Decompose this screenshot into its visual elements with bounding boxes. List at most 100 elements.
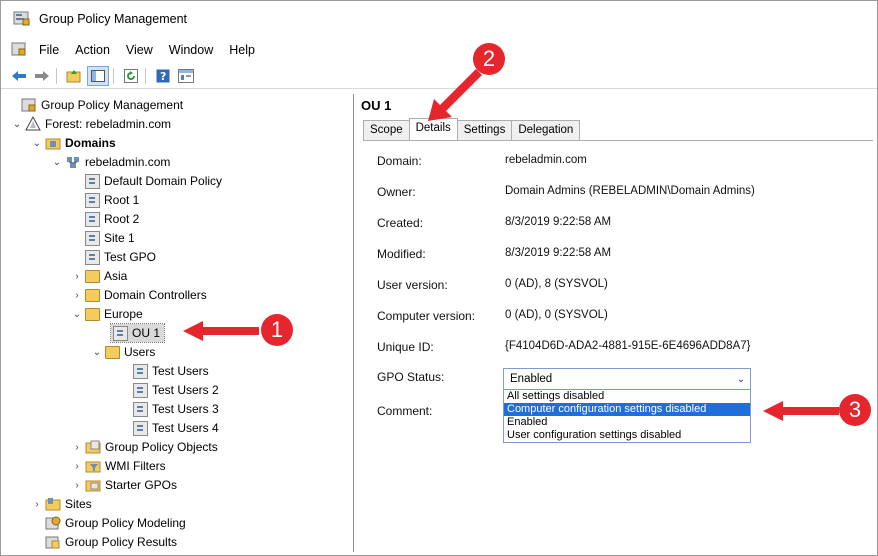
tree-item-group-policy-objects[interactable]: › Group Policy Objects bbox=[71, 438, 218, 456]
tree-item-gpo-link[interactable]: Default Domain Policy bbox=[83, 172, 222, 190]
gpo-container-icon bbox=[85, 439, 101, 455]
ou-folder-icon bbox=[105, 345, 120, 359]
gpo-status-select[interactable]: Enabled ⌄ bbox=[503, 368, 751, 390]
tree-item-label: Europe bbox=[104, 307, 143, 321]
tree-item-label: rebeladmin.com bbox=[85, 155, 171, 169]
sites-icon bbox=[45, 496, 61, 512]
menu-action[interactable]: Action bbox=[67, 43, 118, 57]
tree-item-ou-europe[interactable]: ⌄ Europe bbox=[71, 305, 143, 323]
gpm-app-icon bbox=[13, 10, 31, 29]
annotation-arrow-1 bbox=[183, 321, 259, 341]
computer-version-value: 0 (AD), 0 (SYSVOL) bbox=[505, 309, 608, 321]
chevron-down-icon[interactable]: ⌄ bbox=[11, 119, 23, 130]
refresh-icon[interactable] bbox=[121, 67, 141, 85]
gpo-status-selected-value: Enabled bbox=[510, 373, 553, 385]
option-computer-config-disabled[interactable]: Computer configuration settings disabled bbox=[504, 403, 750, 416]
gpo-link-icon bbox=[85, 249, 100, 265]
chevron-right-icon[interactable]: › bbox=[71, 480, 83, 491]
chevron-right-icon[interactable]: › bbox=[31, 499, 43, 510]
tree-item-gpo-link[interactable]: Site 1 bbox=[83, 229, 135, 247]
tree-item-gpo-link[interactable]: Root 2 bbox=[83, 210, 139, 228]
tab-strip: Scope Details Settings Delegation bbox=[363, 118, 581, 141]
tree-item-label: Test GPO bbox=[104, 250, 157, 264]
modified-value: 8/3/2019 9:22:58 AM bbox=[505, 247, 612, 259]
properties-icon[interactable] bbox=[176, 67, 196, 85]
menu-window[interactable]: Window bbox=[161, 43, 221, 57]
created-label: Created: bbox=[377, 216, 424, 230]
modeling-icon bbox=[45, 515, 61, 531]
ou-folder-icon bbox=[85, 269, 100, 283]
tree-item-gpo-link[interactable]: Test GPO bbox=[83, 248, 156, 266]
tree-item-ou-domain-controllers[interactable]: › Domain Controllers bbox=[71, 286, 206, 304]
tree-item-starter-gpos[interactable]: › Starter GPOs bbox=[71, 476, 177, 494]
show-hide-tree-icon[interactable] bbox=[87, 66, 109, 86]
tree-item-ou-asia[interactable]: › Asia bbox=[71, 267, 127, 285]
details-pane: OU 1 Scope Details Settings Delegation D… bbox=[355, 94, 875, 552]
option-enabled[interactable]: Enabled bbox=[504, 416, 750, 429]
chevron-down-icon[interactable]: ⌄ bbox=[31, 138, 43, 149]
gpo-link-icon bbox=[133, 401, 148, 417]
gpm-icon bbox=[21, 97, 37, 113]
chevron-right-icon[interactable]: › bbox=[71, 290, 83, 301]
tree-item-label: Group Policy Management bbox=[41, 98, 184, 112]
toolbar-separator bbox=[113, 68, 114, 84]
gpo-link-icon bbox=[85, 230, 100, 246]
tree-item-label: Group Policy Objects bbox=[105, 440, 218, 454]
chevron-right-icon[interactable]: › bbox=[71, 461, 83, 472]
tree-item-ou-users[interactable]: ⌄ Users bbox=[91, 343, 156, 361]
unique-id-value: {F4104D6D-ADA2-4881-915E-6E4696ADD8A7} bbox=[505, 340, 751, 352]
tree-item-label: Test Users bbox=[152, 364, 209, 378]
starter-gpo-icon bbox=[85, 477, 101, 493]
console-menu-icon[interactable] bbox=[11, 41, 27, 60]
gpo-link-icon bbox=[85, 173, 100, 189]
chevron-down-icon[interactable]: ⌄ bbox=[91, 347, 103, 358]
tab-scope[interactable]: Scope bbox=[363, 120, 410, 141]
forward-icon[interactable] bbox=[32, 67, 52, 85]
tree-item-wmi-filters[interactable]: › WMI Filters bbox=[71, 457, 165, 475]
tree-item-gp-results[interactable]: Group Policy Results bbox=[43, 533, 177, 551]
tree-item-gpo-link[interactable]: Test Users 4 bbox=[131, 419, 219, 437]
gpo-link-icon bbox=[133, 363, 148, 379]
chevron-right-icon[interactable]: › bbox=[71, 442, 83, 453]
toolbar-separator bbox=[145, 68, 146, 84]
tree-item-gpo-link[interactable]: Test Users bbox=[131, 362, 209, 380]
option-user-config-disabled[interactable]: User configuration settings disabled bbox=[504, 429, 750, 442]
tree-item-gpm-root[interactable]: Group Policy Management bbox=[7, 96, 183, 114]
window-title: Group Policy Management bbox=[39, 12, 187, 26]
annotation-arrow-3 bbox=[763, 401, 839, 421]
menu-view[interactable]: View bbox=[118, 43, 161, 57]
owner-value: Domain Admins (REBELADMIN\Domain Admins) bbox=[505, 185, 755, 197]
svg-text:?: ? bbox=[160, 70, 166, 83]
chevron-down-icon[interactable]: ⌄ bbox=[732, 374, 750, 385]
tree-item-label: Sites bbox=[65, 497, 92, 511]
tree-item-gp-modeling[interactable]: Group Policy Modeling bbox=[43, 514, 186, 532]
tree-item-forest[interactable]: ⌄ Forest: rebeladmin.com bbox=[11, 115, 171, 133]
menu-file[interactable]: File bbox=[31, 43, 67, 57]
gpo-status-options: All settings disabled Computer configura… bbox=[503, 389, 751, 443]
domain-icon bbox=[65, 154, 81, 170]
tab-settings[interactable]: Settings bbox=[456, 120, 513, 141]
user-version-value: 0 (AD), 8 (SYSVOL) bbox=[505, 278, 608, 290]
gpo-link-icon bbox=[133, 382, 148, 398]
tree-item-gpo-link[interactable]: Test Users 3 bbox=[131, 400, 219, 418]
chevron-down-icon[interactable]: ⌄ bbox=[71, 309, 83, 320]
tree-item-label: Forest: rebeladmin.com bbox=[45, 117, 172, 131]
domains-icon bbox=[45, 135, 61, 151]
page-title: OU 1 bbox=[361, 98, 392, 113]
menu-help[interactable]: Help bbox=[221, 43, 263, 57]
tree-item-gpo-link[interactable]: Test Users 2 bbox=[131, 381, 219, 399]
comment-label: Comment: bbox=[377, 404, 433, 418]
tree-item-sites[interactable]: › Sites bbox=[31, 495, 92, 513]
tree-item-label: Starter GPOs bbox=[105, 478, 178, 492]
help-icon[interactable]: ? bbox=[153, 67, 173, 85]
tree-item-gpo-link[interactable]: Root 1 bbox=[83, 191, 139, 209]
chevron-right-icon[interactable]: › bbox=[71, 271, 83, 282]
tab-delegation[interactable]: Delegation bbox=[511, 120, 581, 141]
option-all-settings-disabled[interactable]: All settings disabled bbox=[504, 390, 750, 403]
chevron-down-icon[interactable]: ⌄ bbox=[51, 157, 63, 168]
back-icon[interactable] bbox=[9, 67, 29, 85]
up-folder-icon[interactable] bbox=[64, 67, 84, 85]
tree-item-ou1-selected[interactable]: OU 1 bbox=[109, 323, 166, 343]
tree-item-domains[interactable]: ⌄ Domains bbox=[31, 134, 116, 152]
tree-item-domain-rebeladmin[interactable]: ⌄ rebeladmin.com bbox=[51, 153, 171, 171]
